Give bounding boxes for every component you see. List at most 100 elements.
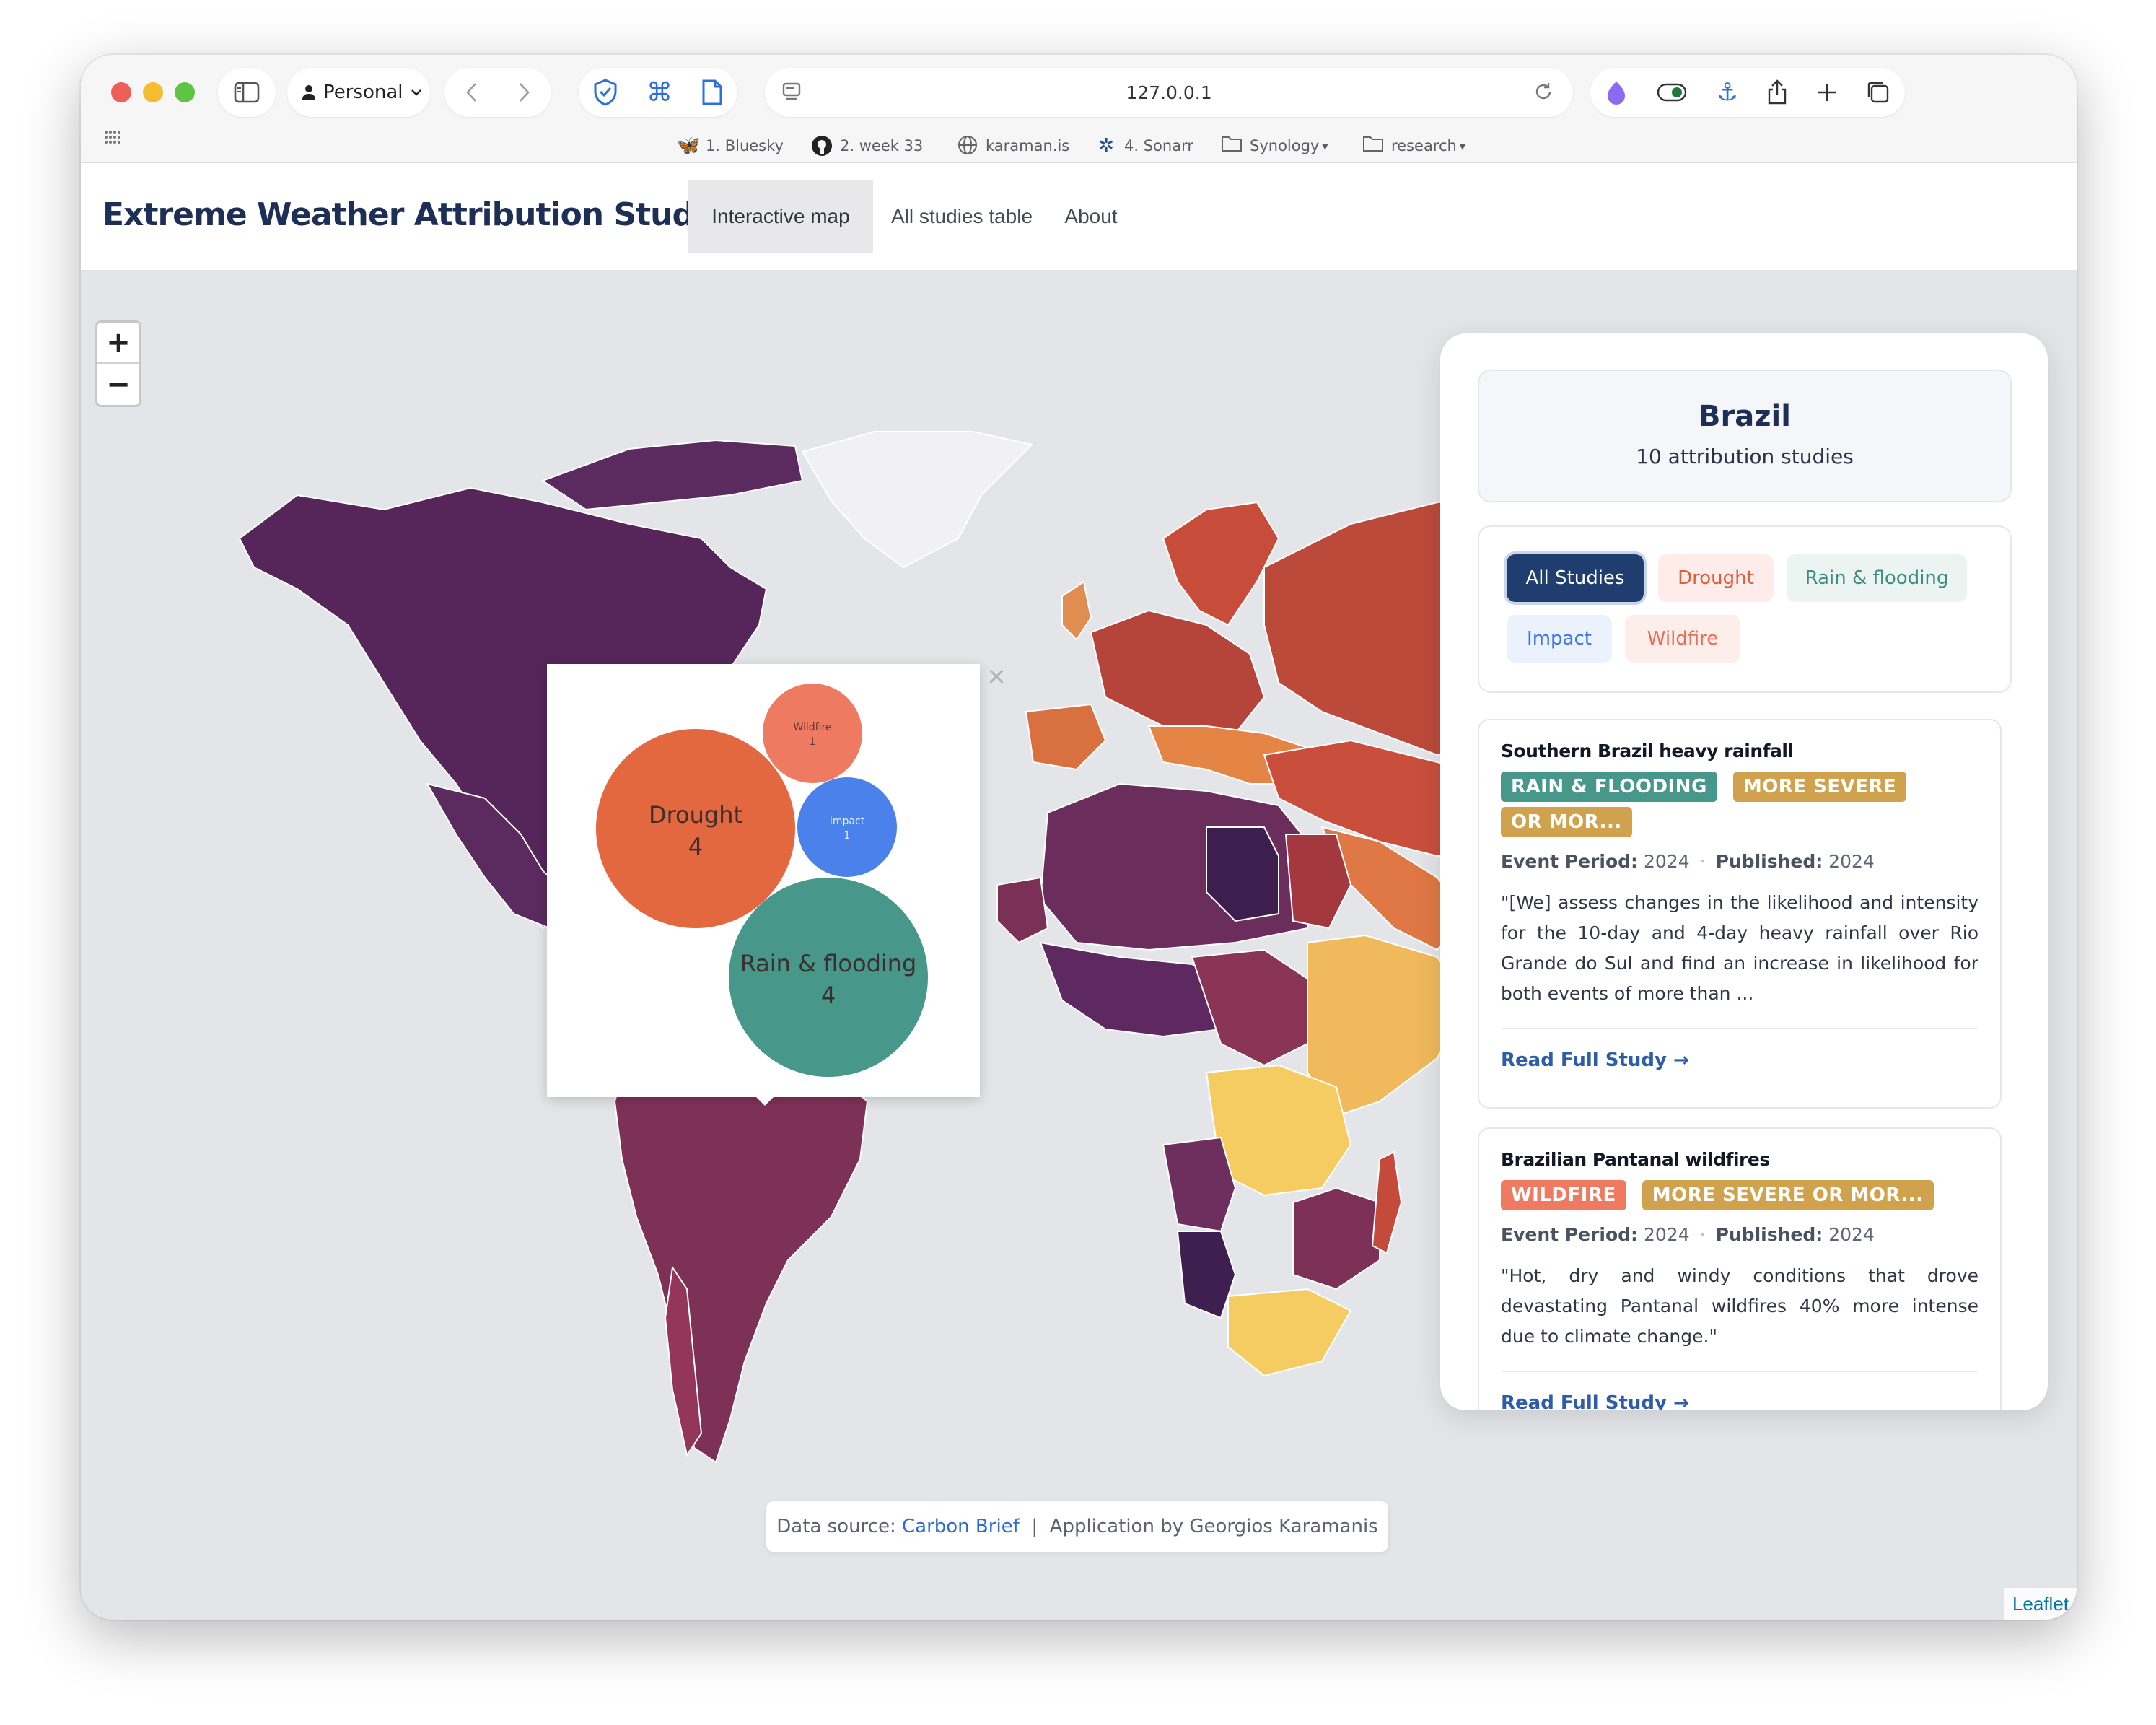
globe-icon: [957, 135, 978, 157]
meta-separator: ·: [1699, 1224, 1706, 1245]
study-title: Brazilian Pantanal wildfires: [1501, 1149, 1770, 1170]
bubble-label: Wildfire: [793, 722, 831, 733]
study-card: Southern Brazil heavy rainfall RAIN & FL…: [1478, 719, 2002, 1109]
bubble-circle: [596, 729, 795, 928]
apps-grid-icon[interactable]: [104, 130, 121, 144]
map-popup: Drought 4 Rain & flooding 4 Wildfire 1 Impact 1: [547, 664, 980, 1097]
tag-group: RAIN & FLOODING MORE SEVERE OR MOR...: [1501, 770, 1929, 841]
filter-rain-flooding[interactable]: Rain & flooding: [1787, 554, 1967, 602]
bubble-count: 4: [688, 833, 703, 860]
document-icon[interactable]: [701, 79, 723, 106]
bookmark-synology[interactable]: Synology ▾: [1221, 133, 1328, 159]
bookmark-label: 2. week 33: [840, 137, 924, 154]
study-count: 10 attribution studies: [1636, 445, 1854, 468]
data-credit: Data source: Carbon Brief | Application …: [766, 1501, 1388, 1552]
profile-label: Personal: [323, 82, 403, 103]
filter-drought[interactable]: Drought: [1658, 554, 1774, 602]
finding-tag: MORE SEVERE OR MOR...: [1642, 1180, 1934, 1210]
country-name: Brazil: [1699, 400, 1791, 433]
history-nav: [444, 68, 551, 117]
study-list: Southern Brazil heavy rainfall RAIN & FL…: [1478, 719, 2012, 1410]
tab-interactive-map[interactable]: Interactive map: [688, 180, 873, 253]
new-tab-icon[interactable]: [1817, 82, 1837, 102]
anchor-icon[interactable]: ⚓: [1717, 78, 1738, 107]
author-credit: Application by Georgios Karamanis: [1049, 1516, 1378, 1537]
tab-about[interactable]: About: [1048, 180, 1134, 253]
app-viewport: Extreme Weather Attribution Studies Inte…: [81, 163, 2077, 1620]
extension-icon[interactable]: [1605, 80, 1628, 105]
bubble-circle: [729, 878, 928, 1077]
meta-separator: ·: [1699, 851, 1706, 872]
source-label: Data source:: [776, 1516, 896, 1537]
carbon-brief-link[interactable]: Carbon Brief: [902, 1516, 1020, 1537]
zoom-out-button[interactable]: −: [97, 364, 139, 405]
bubble-drought[interactable]: Drought 4: [596, 729, 795, 928]
published-value: 2024: [1828, 851, 1875, 872]
event-period-label: Event Period:: [1501, 851, 1639, 872]
bubble-count: 1: [810, 736, 816, 748]
bookmark-label: research: [1391, 137, 1457, 154]
address-bar[interactable]: 127.0.0.1: [765, 68, 1573, 117]
share-icon[interactable]: [1767, 79, 1787, 105]
credit-separator: |: [1031, 1516, 1038, 1537]
bubble-rain-flooding[interactable]: Rain & flooding 4: [729, 878, 928, 1077]
country-panel: Brazil 10 attribution studies All Studie…: [1440, 333, 2048, 1410]
bubble-wildfire[interactable]: Wildfire 1: [763, 684, 862, 783]
popup-close-button[interactable]: ×: [984, 664, 1009, 689]
folder-icon: [1362, 135, 1384, 157]
profile-switcher[interactable]: Personal: [287, 68, 430, 117]
study-title: Southern Brazil heavy rainfall: [1501, 741, 1794, 761]
close-window-button[interactable]: [111, 82, 131, 102]
read-full-study-link[interactable]: Read Full Study →: [1501, 1392, 1978, 1410]
bookmark-bluesky[interactable]: 🦋 1. Bluesky: [677, 133, 784, 159]
filter-group: All Studies Drought Rain & flooding Impa…: [1478, 525, 2012, 693]
published-value: 2024: [1828, 1224, 1875, 1245]
event-period-value: 2024: [1643, 851, 1690, 872]
study-card: Brazilian Pantanal wildfires WILDFIRE MOR…: [1478, 1127, 2002, 1410]
tab-overview-icon[interactable]: [1866, 80, 1890, 105]
bookmark-sonarr[interactable]: ✲ 4. Sonarr: [1095, 133, 1193, 159]
app-header: Extreme Weather Attribution Studies Inte…: [81, 163, 2077, 271]
command-icon[interactable]: ⌘: [647, 78, 672, 108]
bubble-label: Drought: [649, 801, 742, 829]
divider: [1501, 1371, 1978, 1372]
popup-tip: [753, 1094, 776, 1106]
back-icon[interactable]: [465, 82, 478, 103]
read-full-study-link[interactable]: Read Full Study →: [1501, 1049, 1978, 1071]
bookmark-label: karaman.is: [986, 137, 1070, 154]
bubble-count: 4: [821, 982, 836, 1009]
filter-all-studies[interactable]: All Studies: [1507, 554, 1644, 602]
butterfly-icon: 🦋: [677, 135, 701, 157]
study-meta: Event Period: 2024 · Published: 2024: [1501, 851, 1978, 872]
category-tag: RAIN & FLOODING: [1501, 772, 1717, 802]
filter-wildfire[interactable]: Wildfire: [1625, 615, 1740, 663]
chevron-down-icon: [411, 89, 422, 96]
github-icon: [811, 135, 833, 157]
url-text: 127.0.0.1: [1126, 82, 1212, 103]
bookmark-label: Synology: [1250, 137, 1320, 154]
bookmark-github[interactable]: 2. week 33: [811, 133, 923, 159]
app-title: Extreme Weather Attribution Studies: [102, 196, 744, 233]
tag-group: WILDFIRE MORE SEVERE OR MOR...: [1501, 1179, 1978, 1214]
filter-impact[interactable]: Impact: [1507, 615, 1612, 663]
bookmark-label: 4. Sonarr: [1124, 137, 1193, 154]
sidebar-icon: [234, 82, 260, 103]
forward-icon[interactable]: [518, 82, 531, 103]
study-description: "Hot, dry and windy conditions that drov…: [1501, 1265, 1978, 1347]
zoom-in-button[interactable]: +: [97, 323, 139, 364]
bubble-count: 1: [844, 830, 851, 842]
bubble-label: Rain & flooding: [740, 950, 917, 977]
reload-icon[interactable]: [1533, 81, 1554, 102]
leaflet-attribution-link[interactable]: Leaflet: [2004, 1588, 2077, 1620]
bubble-impact[interactable]: Impact 1: [797, 777, 897, 877]
divider: [1501, 1028, 1978, 1029]
country-header: Brazil 10 attribution studies: [1478, 370, 2012, 502]
toggle-icon[interactable]: [1657, 83, 1687, 102]
bookmark-research[interactable]: research ▾: [1362, 133, 1465, 159]
tab-all-studies-table[interactable]: All studies table: [882, 180, 1042, 253]
bookmark-karaman[interactable]: karaman.is: [957, 133, 1069, 159]
minimize-window-button[interactable]: [143, 82, 163, 102]
shield-check-icon[interactable]: [593, 79, 618, 106]
sidebar-toggle-button[interactable]: [218, 68, 276, 117]
maximize-window-button[interactable]: [175, 82, 195, 102]
